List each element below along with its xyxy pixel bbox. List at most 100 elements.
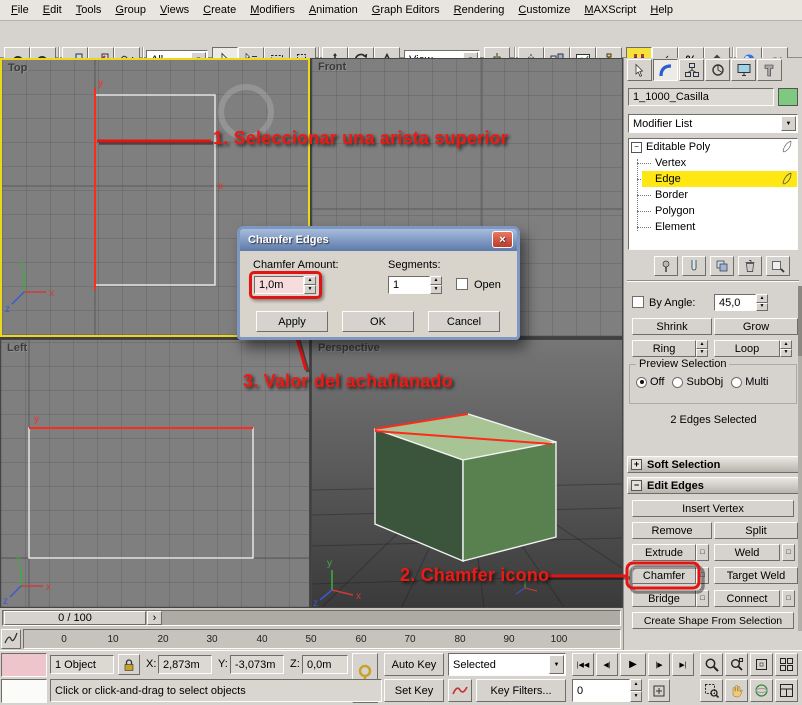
remove-modifier-button[interactable]	[738, 256, 762, 276]
chamfer-button[interactable]: Chamfer	[632, 567, 696, 584]
panel-scrollbar[interactable]	[798, 286, 802, 631]
stack-row-edge[interactable]: Edge	[629, 171, 797, 187]
insert-vertex-button[interactable]: Insert Vertex	[632, 500, 794, 517]
go-to-start-button[interactable]: |◀◀	[572, 653, 594, 676]
track-bar[interactable]: 0 10 20 30 40 50 60 70 80 90 100	[0, 628, 623, 650]
tab-motion[interactable]	[705, 59, 730, 81]
preview-multi-radio[interactable]	[731, 377, 742, 388]
show-end-result-button[interactable]	[682, 256, 706, 276]
menu-animation[interactable]: Animation	[302, 2, 365, 18]
weld-button[interactable]: Weld	[714, 544, 780, 561]
preview-subobj-radio[interactable]	[672, 377, 683, 388]
apply-button[interactable]: Apply	[256, 311, 328, 332]
zoom-extents-button[interactable]	[750, 653, 773, 676]
stack-row-border[interactable]: Border	[629, 187, 797, 203]
collapse-box-icon[interactable]: −	[631, 142, 642, 153]
auto-key-button[interactable]: Auto Key	[384, 653, 444, 676]
ok-button[interactable]: OK	[342, 311, 414, 332]
frame-spinner[interactable]: ▲▼	[630, 679, 642, 702]
dialog-title-bar[interactable]: Chamfer Edges ×	[240, 229, 517, 251]
bridge-settings-button[interactable]: □	[696, 590, 709, 607]
remove-button[interactable]: Remove	[632, 522, 712, 539]
menu-graph-editors[interactable]: Graph Editors	[365, 2, 447, 18]
viewport-label-perspective[interactable]: Perspective	[318, 342, 380, 354]
viewport-label-left[interactable]: Left	[7, 342, 27, 354]
menu-file[interactable]: File	[4, 2, 36, 18]
cancel-button[interactable]: Cancel	[428, 311, 500, 332]
viewport-label-front[interactable]: Front	[318, 61, 346, 73]
mini-curve-editor-button[interactable]	[1, 629, 21, 649]
modifier-list-dropdown[interactable]: Modifier List▼	[628, 114, 798, 133]
stack-row-polygon[interactable]: Polygon	[629, 203, 797, 219]
time-slider-handle[interactable]: 0 / 100	[4, 611, 146, 625]
segments-field[interactable]: 1	[388, 276, 430, 294]
extrude-settings-button[interactable]: □	[696, 544, 709, 561]
menu-edit[interactable]: Edit	[36, 2, 69, 18]
target-weld-button[interactable]: Target Weld	[714, 567, 798, 584]
default-tangent-button[interactable]	[448, 679, 472, 702]
soft-selection-rollout[interactable]: +Soft Selection	[627, 456, 799, 473]
shrink-button[interactable]: Shrink	[632, 318, 712, 335]
min-max-toggle-button[interactable]	[775, 679, 798, 702]
combo-arrow-icon[interactable]: ▼	[549, 655, 564, 674]
expand-icon[interactable]: +	[631, 459, 642, 470]
key-filters-button[interactable]: Key Filters...	[476, 679, 566, 702]
weld-settings-button[interactable]: □	[782, 544, 795, 561]
menu-maxscript[interactable]: MAXScript	[577, 2, 643, 18]
zoom-region-button[interactable]	[700, 679, 723, 702]
menu-views[interactable]: Views	[153, 2, 196, 18]
menu-tools[interactable]: Tools	[69, 2, 109, 18]
preview-off-radio[interactable]	[636, 377, 647, 388]
current-frame-field[interactable]: 0	[572, 679, 630, 702]
by-angle-checkbox[interactable]	[632, 296, 644, 308]
combo-arrow-icon[interactable]: ▼	[781, 116, 796, 131]
ring-button[interactable]: Ring	[632, 340, 696, 357]
maxscript-macro-recorder[interactable]	[1, 653, 47, 677]
connect-button[interactable]: Connect	[714, 590, 780, 607]
tab-create[interactable]	[627, 59, 652, 81]
z-coord-field[interactable]: 0,0m	[302, 655, 348, 674]
configure-modifier-sets-button[interactable]	[766, 256, 790, 276]
split-button[interactable]: Split	[714, 522, 798, 539]
collapse-icon[interactable]: −	[631, 480, 642, 491]
maxscript-mini-listener[interactable]	[1, 679, 47, 703]
loop-spinner[interactable]: ▲▼	[780, 340, 792, 357]
stack-row-editable-poly[interactable]: − Editable Poly	[629, 139, 797, 155]
track-bar-ruler[interactable]: 0 10 20 30 40 50 60 70 80 90 100	[23, 629, 621, 649]
menu-customize[interactable]: Customize	[511, 2, 577, 18]
key-mode-combo[interactable]: Selected▼	[448, 653, 566, 676]
extrude-button[interactable]: Extrude	[632, 544, 696, 561]
next-frame-button[interactable]: |▶	[648, 653, 670, 676]
x-coord-field[interactable]: 2,873m	[158, 655, 212, 674]
selection-lock-button[interactable]	[118, 654, 140, 675]
set-key-button[interactable]: Set Key	[384, 679, 444, 702]
make-unique-button[interactable]	[710, 256, 734, 276]
play-button[interactable]: ▶	[620, 653, 646, 676]
arc-rotate-button[interactable]	[750, 679, 773, 702]
stack-row-element[interactable]: Element	[629, 219, 797, 235]
tab-modify[interactable]	[653, 59, 678, 81]
zoom-extents-all-button[interactable]	[775, 653, 798, 676]
open-checkbox[interactable]	[456, 278, 468, 290]
key-mode-toggle-button[interactable]	[648, 679, 670, 702]
tab-hierarchy[interactable]	[679, 59, 704, 81]
edit-edges-rollout[interactable]: −Edit Edges	[627, 477, 799, 494]
time-slider-next-button[interactable]: ›	[147, 611, 162, 625]
tab-display[interactable]	[731, 59, 756, 81]
object-name-field[interactable]: 1_1000_Casilla	[628, 88, 774, 106]
bridge-button[interactable]: Bridge	[632, 590, 696, 607]
viewport-label-top[interactable]: Top	[8, 62, 27, 74]
go-to-end-button[interactable]: ▶|	[672, 653, 694, 676]
menu-rendering[interactable]: Rendering	[447, 2, 512, 18]
by-angle-field[interactable]: 45,0	[714, 294, 756, 311]
loop-button[interactable]: Loop	[714, 340, 780, 357]
pin-stack-button[interactable]	[654, 256, 678, 276]
menu-create[interactable]: Create	[196, 2, 243, 18]
ring-spinner[interactable]: ▲▼	[696, 340, 708, 357]
previous-frame-button[interactable]: ◀|	[596, 653, 618, 676]
y-coord-field[interactable]: -3,073m	[230, 655, 284, 674]
menu-group[interactable]: Group	[108, 2, 153, 18]
box-mesh[interactable]	[375, 414, 556, 561]
zoom-all-button[interactable]	[725, 653, 748, 676]
tab-utilities[interactable]	[757, 59, 782, 81]
